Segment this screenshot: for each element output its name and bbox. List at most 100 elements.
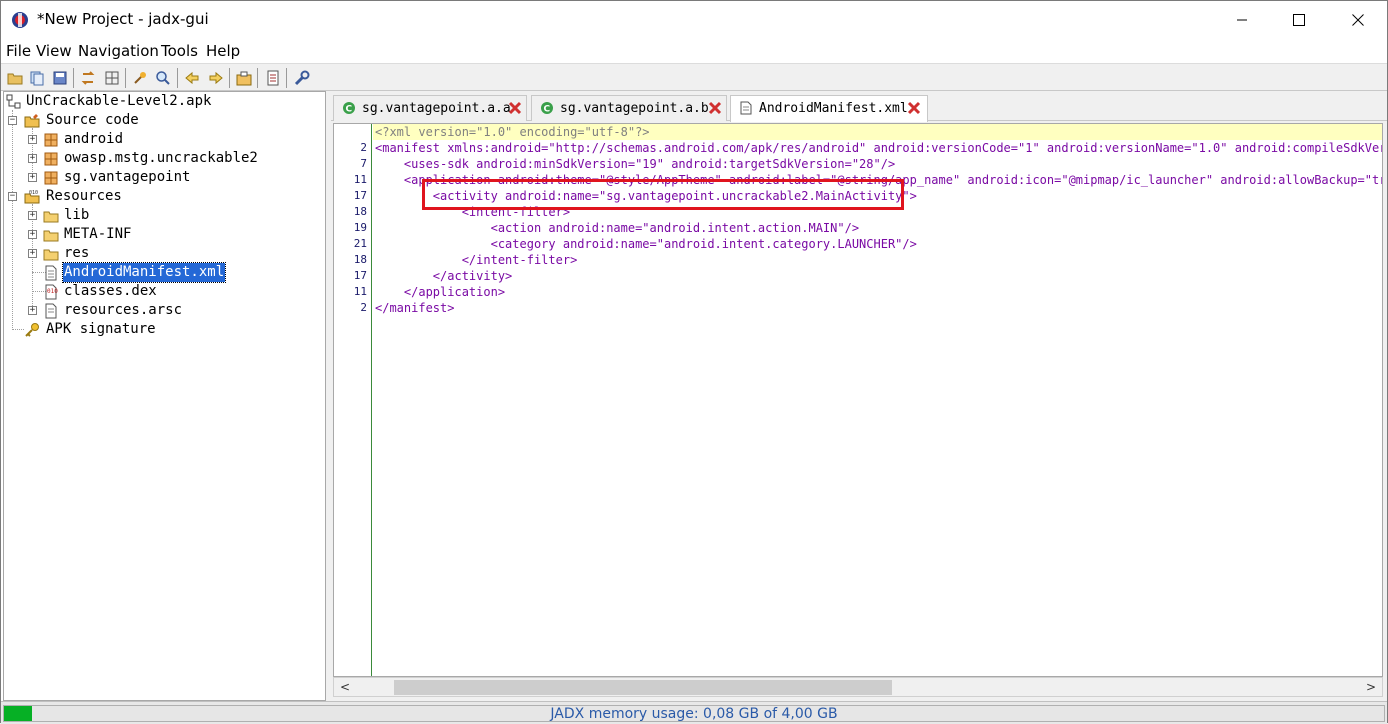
tree-item-label: resources.arsc bbox=[64, 302, 183, 318]
save-all-button[interactable] bbox=[50, 68, 70, 88]
tab-sg-vantagepoint-a-a[interactable]: C sg.vantagepoint.a.a bbox=[333, 95, 527, 121]
decompile-all-button[interactable] bbox=[234, 68, 254, 88]
line-number: 11 bbox=[353, 173, 367, 186]
tree-package-label: sg.vantagepoint bbox=[64, 169, 191, 185]
expand-toggle[interactable]: + bbox=[28, 306, 37, 315]
tab-androidmanifest-xml[interactable]: AndroidManifest.xml bbox=[730, 95, 928, 122]
code-line: </intent-filter> bbox=[375, 253, 578, 267]
xml-file-icon bbox=[45, 265, 57, 281]
code-editor[interactable]: 2 7 11 17 18 19 21 18 17 11 2 <?xml vers… bbox=[333, 123, 1383, 677]
folder-icon bbox=[43, 230, 59, 242]
close-tab-icon[interactable] bbox=[508, 101, 522, 115]
expand-toggle[interactable]: + bbox=[28, 135, 37, 144]
tree-item-label: res bbox=[64, 245, 90, 261]
back-button[interactable] bbox=[182, 68, 202, 88]
tree-package-label: owasp.mstg.uncrackable2 bbox=[64, 150, 258, 166]
expand-toggle[interactable]: + bbox=[28, 173, 37, 182]
sync-tree-button[interactable] bbox=[78, 68, 98, 88]
toolbar-separator bbox=[125, 68, 126, 88]
collapse-toggle[interactable]: − bbox=[8, 192, 17, 201]
expand-toggle[interactable]: + bbox=[28, 230, 37, 239]
tree-item-label: META-INF bbox=[64, 226, 132, 242]
tree-res-res[interactable]: + res bbox=[26, 244, 306, 263]
tree-apk-signature-label: APK signature bbox=[46, 321, 156, 337]
line-number: 2 bbox=[360, 301, 367, 314]
memory-usage-text: JADX memory usage: 0,08 GB of 4,00 GB bbox=[550, 706, 838, 722]
class-icon: C bbox=[343, 102, 355, 115]
add-files-button[interactable] bbox=[27, 68, 47, 88]
package-icon bbox=[44, 152, 58, 166]
tree-guide bbox=[12, 110, 13, 328]
close-tab-icon[interactable] bbox=[708, 101, 722, 115]
tree-package-owasp[interactable]: + owasp.mstg.uncrackable2 bbox=[26, 149, 306, 168]
svg-text:010: 010 bbox=[29, 190, 38, 196]
toolbar-separator bbox=[73, 68, 74, 88]
tree-res-meta-inf[interactable]: + META-INF bbox=[26, 225, 306, 244]
tree-res-resources-arsc[interactable]: + resources.arsc bbox=[26, 301, 306, 320]
save-all-icon bbox=[53, 71, 67, 85]
tree-apk-signature[interactable]: APK signature bbox=[6, 320, 306, 339]
line-number-gutter: 2 7 11 17 18 19 21 18 17 11 2 bbox=[334, 124, 372, 676]
line-number: 17 bbox=[353, 189, 367, 202]
code-line: </application> bbox=[375, 285, 506, 299]
folder-icon bbox=[43, 211, 59, 223]
preferences-button[interactable] bbox=[292, 68, 312, 88]
tree-res-classes-dex[interactable]: 010 classes.dex bbox=[26, 282, 306, 301]
tab-sg-vantagepoint-a-b[interactable]: C sg.vantagepoint.a.b bbox=[531, 95, 727, 121]
close-window-button[interactable] bbox=[1335, 1, 1381, 39]
status-bar: JADX memory usage: 0,08 GB of 4,00 GB bbox=[1, 701, 1387, 724]
tree-package-android[interactable]: + android bbox=[26, 130, 306, 149]
toolbar-separator bbox=[257, 68, 258, 88]
horizontal-scrollbar[interactable]: < > bbox=[333, 677, 1383, 697]
line-number: 2 bbox=[360, 141, 367, 154]
expand-toggle[interactable]: + bbox=[28, 249, 37, 258]
menu-bar: File View Navigation Tools Help bbox=[1, 39, 1387, 63]
tree-res-lib[interactable]: + lib bbox=[26, 206, 306, 225]
tree-source-code-label: Source code bbox=[46, 112, 139, 128]
scroll-left-icon[interactable]: < bbox=[336, 679, 354, 696]
scroll-right-icon[interactable]: > bbox=[1362, 679, 1380, 696]
line-number: 18 bbox=[353, 205, 367, 218]
code-line: </manifest> bbox=[375, 301, 455, 315]
search-button[interactable] bbox=[153, 68, 173, 88]
close-tab-icon[interactable] bbox=[907, 101, 921, 115]
flatten-packages-button[interactable] bbox=[102, 68, 122, 88]
tree-item-label: lib bbox=[64, 207, 90, 223]
code-line: <?xml version="1.0" encoding="utf-8"?> bbox=[375, 125, 650, 139]
toolbar bbox=[1, 63, 1387, 91]
package-icon bbox=[44, 133, 58, 147]
jadx-window: *New Project - jadx-gui File View Naviga… bbox=[0, 0, 1388, 724]
menu-view[interactable]: View bbox=[36, 42, 72, 60]
decompile-all-icon bbox=[236, 71, 252, 86]
expand-toggle[interactable]: + bbox=[28, 211, 37, 220]
tree-root-apk[interactable]: UnCrackable-Level2.apk bbox=[6, 92, 306, 111]
menu-navigation[interactable]: Navigation bbox=[78, 42, 159, 60]
editor-panel: C sg.vantagepoint.a.a C sg.vantagepoint.… bbox=[331, 91, 1387, 701]
menu-tools[interactable]: Tools bbox=[161, 42, 198, 60]
maximize-button[interactable] bbox=[1276, 1, 1322, 39]
tree-item-label: classes.dex bbox=[64, 283, 157, 299]
tree-package-sg-vantagepoint[interactable]: + sg.vantagepoint bbox=[26, 168, 306, 187]
tree-resources-label: Resources bbox=[46, 188, 122, 204]
log-button[interactable] bbox=[263, 68, 283, 88]
menu-help[interactable]: Help bbox=[206, 42, 240, 60]
deobfuscation-button[interactable] bbox=[130, 68, 150, 88]
preferences-icon bbox=[294, 70, 310, 86]
minimize-button[interactable] bbox=[1219, 1, 1265, 39]
tree-root-label: UnCrackable-Level2.apk bbox=[26, 93, 212, 109]
expand-toggle[interactable]: + bbox=[28, 154, 37, 163]
maximize-icon bbox=[1293, 14, 1305, 26]
add-files-icon bbox=[30, 71, 44, 86]
tree-resources[interactable]: − 010 Resources bbox=[6, 187, 306, 206]
collapse-toggle[interactable]: − bbox=[8, 116, 17, 125]
deobfuscation-icon bbox=[134, 72, 146, 84]
tree-source-code[interactable]: − Source code bbox=[6, 111, 306, 130]
tab-bar: C sg.vantagepoint.a.a C sg.vantagepoint.… bbox=[331, 91, 1387, 122]
open-file-button[interactable] bbox=[5, 68, 25, 88]
menu-file[interactable]: File bbox=[6, 42, 31, 60]
line-number: 17 bbox=[353, 269, 367, 282]
forward-button[interactable] bbox=[206, 68, 226, 88]
tree-res-androidmanifest[interactable]: AndroidManifest.xml bbox=[26, 262, 306, 283]
scrollbar-thumb[interactable] bbox=[394, 680, 892, 695]
toolbar-separator bbox=[177, 68, 178, 88]
